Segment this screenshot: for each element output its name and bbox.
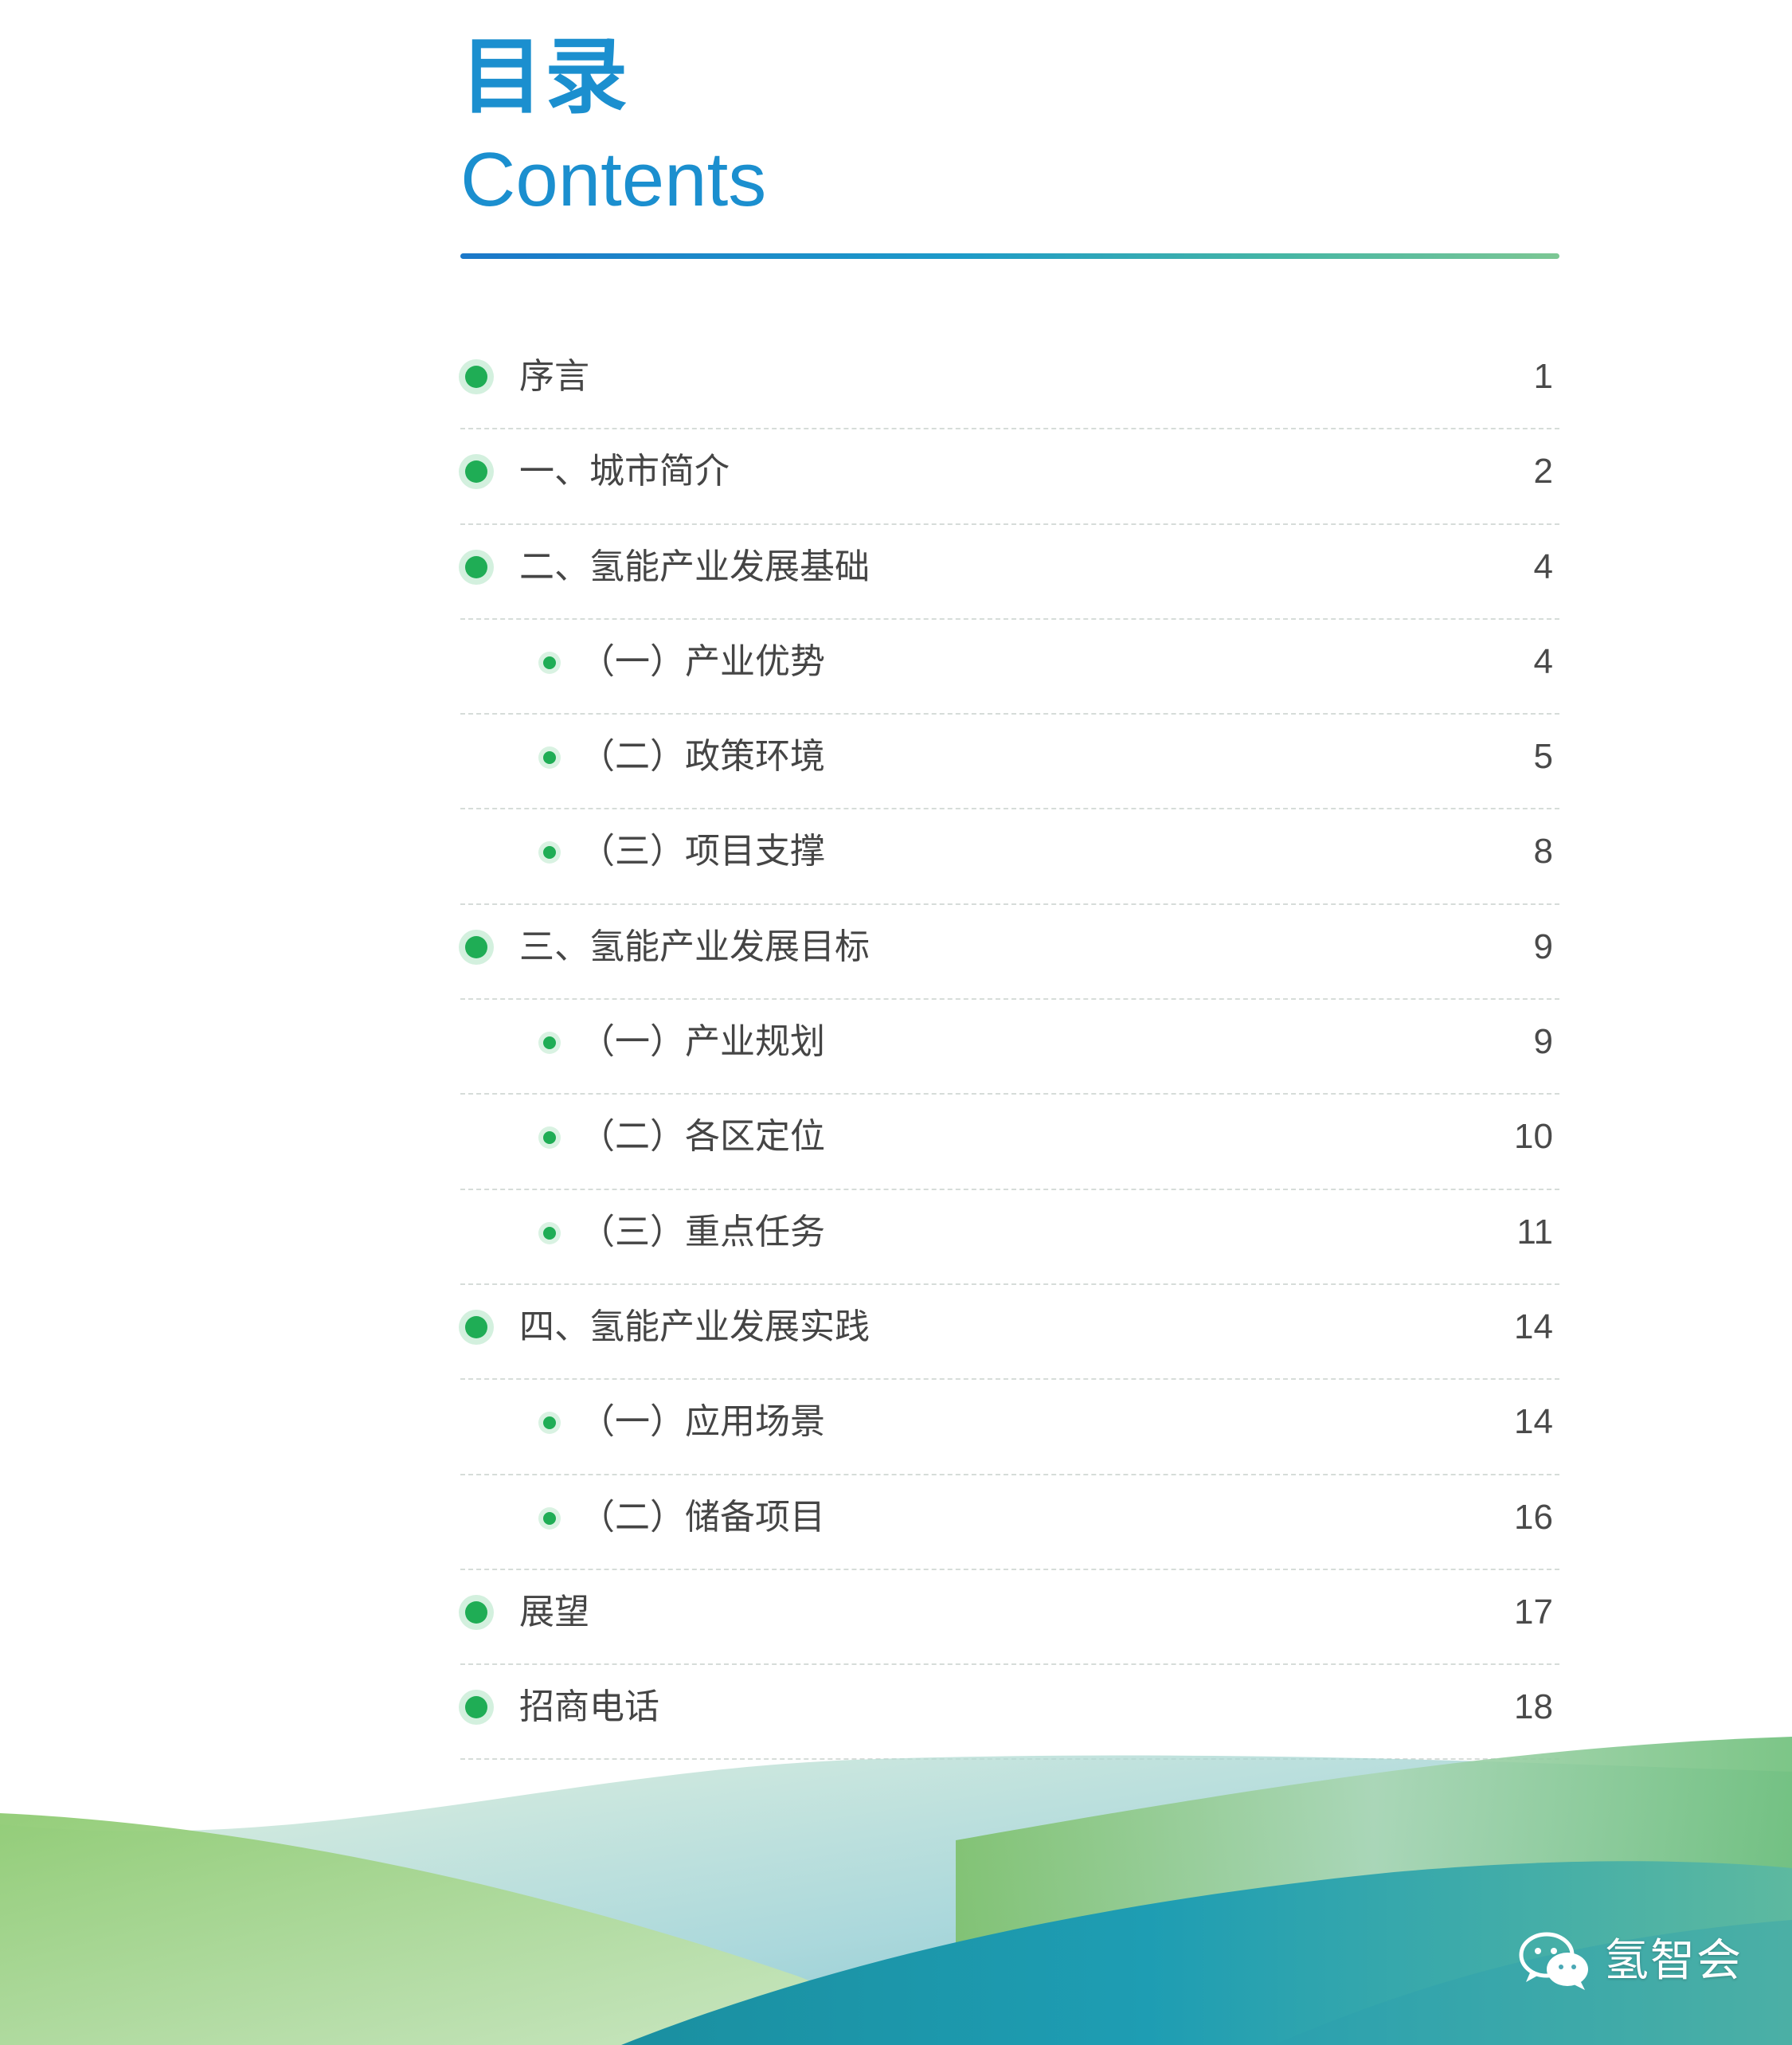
- toc-entry-preface[interactable]: 序言 1: [460, 335, 1559, 430]
- toc-page-number: 11: [1516, 1212, 1553, 1252]
- bullet-icon: [543, 1511, 556, 1525]
- toc-page-number: 14: [1514, 1402, 1553, 1442]
- page-subtitle: Contents: [460, 137, 767, 222]
- toc-entry-label: （一）产业规划: [580, 1021, 825, 1063]
- toc-entry-label: 一、城市简介: [519, 451, 730, 492]
- watermark-text: 氢智会: [1604, 1935, 1743, 1987]
- table-of-contents: 序言 1 一、城市简介 2 二、氢能产业发展基础 4 （一）产业优势 4 （二）…: [460, 335, 1559, 1761]
- page-title: 目录: [460, 28, 630, 125]
- toc-entry-label: （三）重点任务: [580, 1211, 825, 1252]
- bullet-icon: [465, 935, 487, 958]
- toc-page-number: 10: [1514, 1117, 1553, 1157]
- bullet-icon: [465, 1696, 487, 1719]
- toc-entry-label: （三）项目支撑: [580, 831, 825, 872]
- toc-entry-label: 序言: [519, 356, 589, 397]
- toc-page-number: 9: [1533, 927, 1553, 966]
- bullet-icon: [465, 460, 487, 484]
- bullet-icon: [543, 1036, 556, 1050]
- toc-subentry-projects[interactable]: （三）项目支撑 8: [460, 809, 1559, 905]
- bullet-icon: [543, 751, 556, 765]
- toc-subentry-key-tasks[interactable]: （三）重点任务 11: [460, 1190, 1559, 1285]
- toc-subentry-reserve-projects[interactable]: （二）储备项目 16: [460, 1475, 1559, 1570]
- toc-page-number: 16: [1514, 1497, 1553, 1537]
- bullet-icon: [465, 366, 487, 388]
- toc-page-number: 4: [1533, 641, 1553, 681]
- toc-entry-label: （二）政策环境: [580, 736, 825, 778]
- toc-subentry-district-positioning[interactable]: （二）各区定位 10: [460, 1095, 1559, 1190]
- toc-entry-practice[interactable]: 四、氢能产业发展实践 14: [460, 1285, 1559, 1381]
- bullet-icon: [543, 1416, 556, 1430]
- toc-entry-goals[interactable]: 三、氢能产业发展目标 9: [460, 905, 1559, 1001]
- toc-subentry-planning[interactable]: （一）产业规划 9: [460, 1000, 1559, 1095]
- bullet-icon: [543, 1226, 556, 1240]
- bullet-icon: [543, 1131, 556, 1145]
- toc-entry-label: （一）应用场景: [580, 1401, 825, 1443]
- toc-entry-label: （一）产业优势: [580, 641, 825, 682]
- toc-entry-label: 招商电话: [519, 1687, 659, 1728]
- toc-entry-label: （二）储备项目: [580, 1496, 825, 1538]
- bullet-icon: [465, 1315, 487, 1338]
- toc-page-number: 14: [1514, 1307, 1553, 1346]
- toc-entry-outlook[interactable]: 展望 17: [460, 1570, 1559, 1666]
- toc-page-number: 18: [1514, 1687, 1553, 1727]
- toc-page-number: 4: [1533, 547, 1553, 586]
- toc-entry-label: 展望: [519, 1591, 589, 1632]
- toc-page-number: 9: [1533, 1022, 1553, 1062]
- toc-entry-city-intro[interactable]: 一、城市简介 2: [460, 429, 1559, 525]
- bullet-icon: [465, 555, 487, 578]
- toc-entry-label: 四、氢能产业发展实践: [519, 1306, 870, 1347]
- toc-page-number: 2: [1533, 452, 1553, 492]
- watermark: 氢智会: [1516, 1929, 1743, 1993]
- toc-entry-label: 三、氢能产业发展目标: [519, 926, 870, 967]
- bullet-icon: [465, 1600, 487, 1624]
- wechat-icon: [1519, 1932, 1588, 1990]
- toc-page-number: 1: [1533, 357, 1553, 396]
- title-divider: [460, 253, 1559, 259]
- toc-subentry-industry-advantage[interactable]: （一）产业优势 4: [460, 620, 1559, 715]
- toc-entry-foundation[interactable]: 二、氢能产业发展基础 4: [460, 525, 1559, 620]
- toc-entry-label: （二）各区定位: [580, 1116, 825, 1158]
- toc-page-number: 5: [1533, 737, 1553, 777]
- toc-entry-label: 二、氢能产业发展基础: [519, 546, 870, 587]
- toc-subentry-application-scenarios[interactable]: （一）应用场景 14: [460, 1380, 1559, 1475]
- toc-page-number: 17: [1514, 1592, 1553, 1632]
- bullet-icon: [543, 846, 556, 860]
- toc-subentry-policy[interactable]: （二）政策环境 5: [460, 715, 1559, 810]
- decorative-wave-background: [0, 1737, 1792, 2045]
- toc-page-number: 8: [1533, 832, 1553, 872]
- bullet-icon: [543, 656, 556, 669]
